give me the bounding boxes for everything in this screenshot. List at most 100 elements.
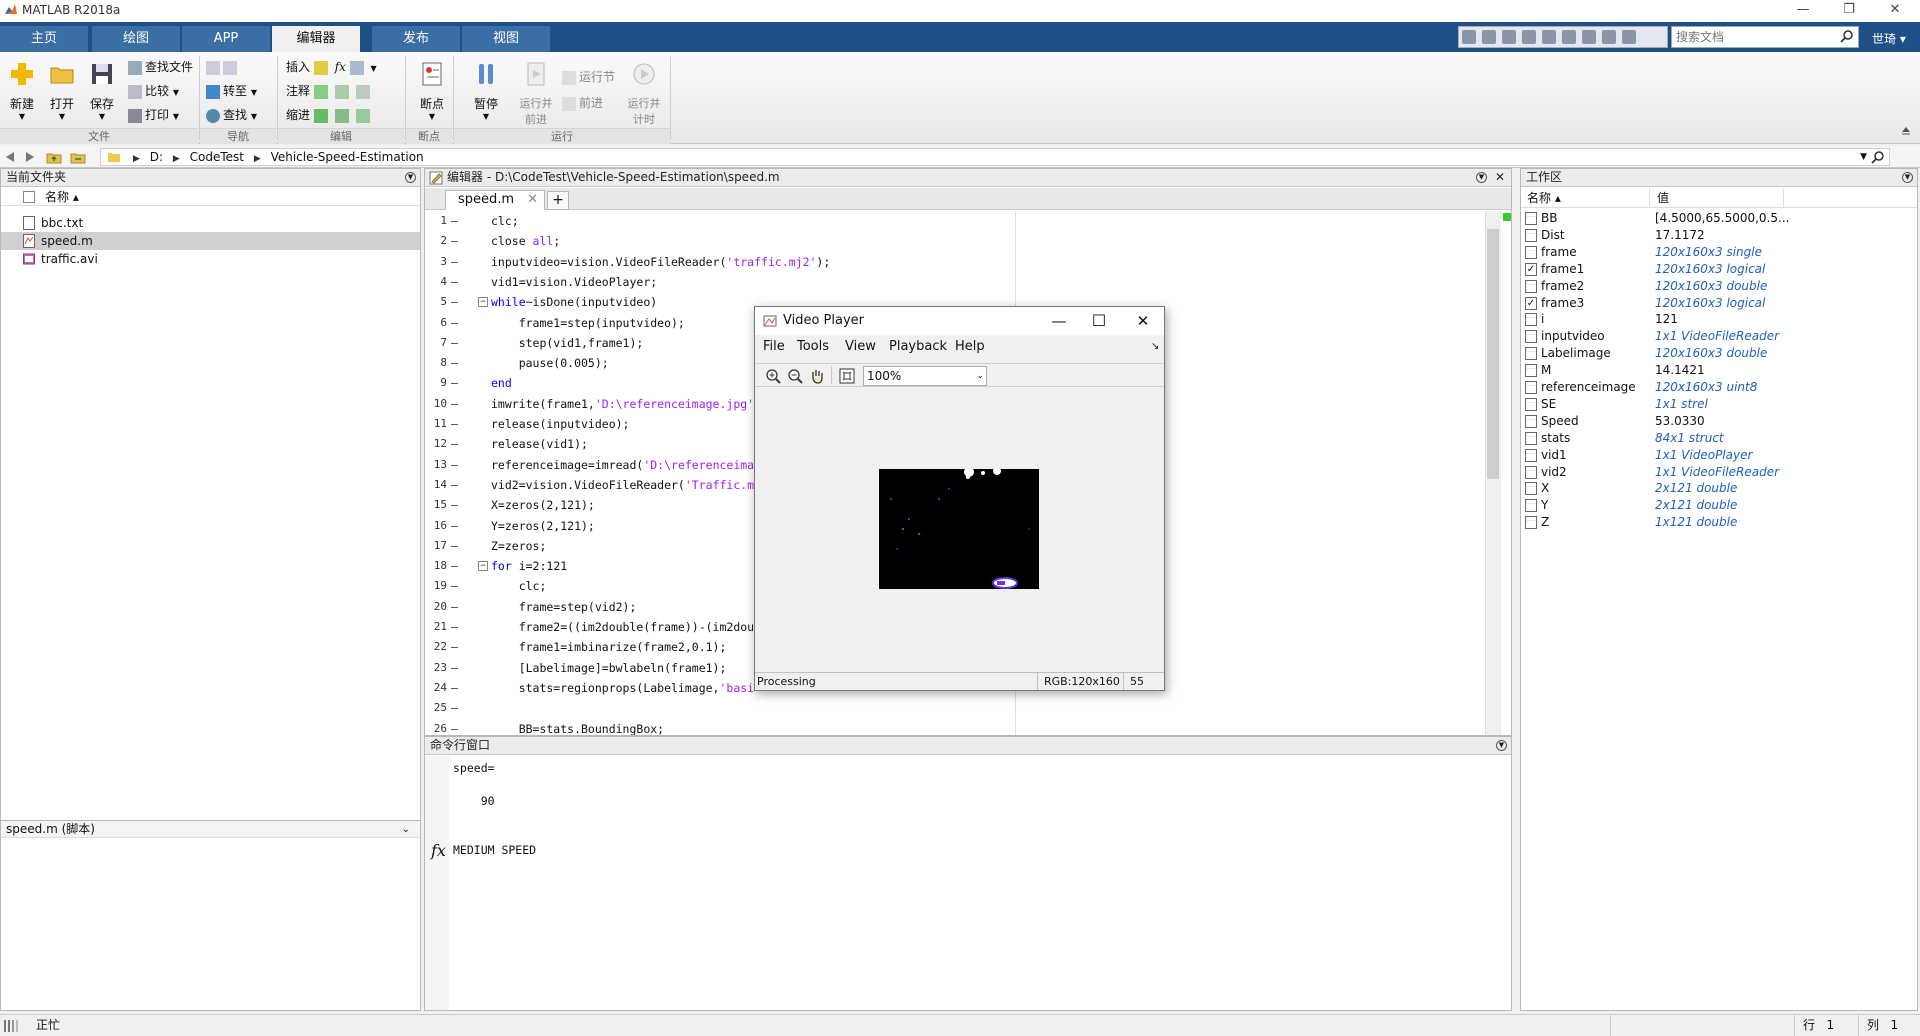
line-number[interactable]: 10 xyxy=(427,394,447,414)
cut-icon[interactable] xyxy=(1482,30,1496,44)
editor-scroll-thumb[interactable] xyxy=(1487,229,1499,479)
fold-toggle-icon[interactable]: − xyxy=(478,297,488,308)
breakpoint-marker[interactable]: – xyxy=(451,556,458,576)
tab-plots[interactable]: 绘图 xyxy=(92,26,180,52)
line-number[interactable]: 14 xyxy=(427,475,447,495)
switch-windows-icon[interactable] xyxy=(1582,30,1596,44)
breakpoint-marker[interactable]: – xyxy=(451,719,458,736)
breakpoint-marker[interactable]: – xyxy=(451,231,458,251)
line-number[interactable]: 4 xyxy=(427,272,447,292)
line-number[interactable]: 3 xyxy=(427,252,447,272)
function-browser-icon[interactable]: fx xyxy=(431,841,446,860)
line-number[interactable]: 11 xyxy=(427,414,447,434)
code-line[interactable]: 2– close all; xyxy=(425,231,1485,251)
breakpoint-marker[interactable]: – xyxy=(451,394,458,414)
save-button[interactable]: 保存 ▼ xyxy=(82,60,122,121)
line-number[interactable]: 2 xyxy=(427,231,447,251)
breadcrumb-codetest[interactable]: CodeTest xyxy=(190,150,244,164)
value-column-header[interactable]: 值 xyxy=(1657,188,1669,208)
vp-maximize-button[interactable]: ☐ xyxy=(1079,307,1119,335)
tab-editor[interactable]: 编辑器 xyxy=(272,26,360,52)
breakpoint-marker[interactable]: – xyxy=(451,373,458,393)
find-files-button[interactable]: 查找文件 xyxy=(128,58,193,76)
breakpoint-marker[interactable]: – xyxy=(451,272,458,292)
line-number[interactable]: 23 xyxy=(427,658,447,678)
line-number[interactable]: 18 xyxy=(427,556,447,576)
compare-button[interactable]: 比较 ▼ xyxy=(128,82,179,100)
breakpoint-marker[interactable]: – xyxy=(451,516,458,536)
breakpoints-button[interactable]: 断点 ▼ xyxy=(412,60,452,121)
breakpoint-marker[interactable]: – xyxy=(451,414,458,434)
breadcrumb-project[interactable]: Vehicle-Speed-Estimation xyxy=(271,150,424,164)
line-number[interactable]: 24 xyxy=(427,678,447,698)
vp-close-button[interactable]: ✕ xyxy=(1123,307,1163,335)
print-button[interactable]: 打印 ▼ xyxy=(128,106,179,124)
breakpoint-marker[interactable]: – xyxy=(451,313,458,333)
close-editor-icon[interactable]: ✕ xyxy=(1495,169,1505,186)
line-number[interactable]: 8 xyxy=(427,353,447,373)
breakpoint-marker[interactable]: – xyxy=(451,678,458,698)
tab-speed-m[interactable]: speed.m ✕ xyxy=(445,190,545,210)
name-column-header[interactable]: 名称 ▴ xyxy=(1,188,420,206)
zoom-in-icon[interactable] xyxy=(765,368,781,384)
undo-icon[interactable] xyxy=(1542,30,1556,44)
copy-icon[interactable] xyxy=(1502,30,1516,44)
workspace-variable-row[interactable]: Y 2x121 double xyxy=(1521,497,1917,514)
restore-button[interactable]: ❐ xyxy=(1826,2,1872,20)
workspace-variable-row[interactable]: Z 1x121 double xyxy=(1521,514,1917,531)
breakpoint-marker[interactable]: – xyxy=(451,252,458,272)
find-button[interactable]: 查找 ▼ xyxy=(206,106,257,124)
breakpoint-marker[interactable]: – xyxy=(451,576,458,596)
goto-button[interactable]: 转至 ▼ xyxy=(206,82,257,100)
workspace-variable-row[interactable]: Speed 53.0330 xyxy=(1521,413,1917,430)
workspace-variable-row[interactable]: vid1 1x1 VideoPlayer xyxy=(1521,447,1917,464)
workspace-variable-row[interactable]: i 121 xyxy=(1521,311,1917,328)
workspace-variable-row[interactable]: frame 120x160x3 single xyxy=(1521,244,1917,261)
line-number[interactable]: 6 xyxy=(427,313,447,333)
redo-icon[interactable] xyxy=(1562,30,1576,44)
line-number[interactable]: 13 xyxy=(427,455,447,475)
line-number[interactable]: 22 xyxy=(427,637,447,657)
line-number[interactable]: 5 xyxy=(427,292,447,312)
collapse-toolstrip-icon[interactable] xyxy=(1900,124,1912,136)
fold-toggle-icon[interactable]: − xyxy=(478,561,488,572)
breakpoint-marker[interactable]: – xyxy=(451,475,458,495)
code-line[interactable]: 25– xyxy=(425,698,1485,718)
file-item[interactable]: speed.m xyxy=(1,232,420,250)
line-number[interactable]: 19 xyxy=(427,576,447,596)
line-number[interactable]: 20 xyxy=(427,597,447,617)
workspace-variable-row[interactable]: BB [4.5000,65.5000,0.5... xyxy=(1521,210,1917,227)
breakpoint-marker[interactable]: – xyxy=(451,333,458,353)
breakpoint-marker[interactable]: – xyxy=(451,698,458,718)
tab-publish[interactable]: 发布 xyxy=(372,26,460,52)
close-tab-icon[interactable]: ✕ xyxy=(527,191,538,209)
workspace-variable-row[interactable]: ✓ frame1 120x160x3 logical xyxy=(1521,261,1917,278)
menu-tools[interactable]: Tools xyxy=(797,335,829,359)
search-icon[interactable] xyxy=(1840,29,1854,43)
breakpoint-marker[interactable]: – xyxy=(451,536,458,556)
zoom-out-icon[interactable] xyxy=(787,368,803,384)
up-folder-icon[interactable] xyxy=(46,149,62,165)
panel-menu-icon[interactable]: ▼ xyxy=(405,172,416,183)
comment-button[interactable]: 注释 xyxy=(286,82,373,100)
breakpoint-marker[interactable]: – xyxy=(451,495,458,515)
path-breadcrumb[interactable]: ▶ D: ▶ CodeTest ▶ Vehicle-Speed-Estimati… xyxy=(100,148,1890,166)
breakpoint-marker[interactable]: – xyxy=(451,597,458,617)
column-divider[interactable] xyxy=(1783,188,1784,208)
workspace-variable-row[interactable]: frame2 120x160x3 double xyxy=(1521,278,1917,295)
run-section-button[interactable]: 运行节 xyxy=(562,68,615,86)
breakpoint-marker[interactable]: – xyxy=(451,434,458,454)
workspace-variable-row[interactable]: referenceimage 120x160x3 uint8 xyxy=(1521,379,1917,396)
menu-playback[interactable]: Playback xyxy=(889,335,947,359)
breadcrumb-drive[interactable]: D: xyxy=(150,150,163,164)
panel-menu-icon[interactable]: ▼ xyxy=(1476,172,1487,183)
name-column-header[interactable]: 名称 ▴ xyxy=(1527,188,1561,208)
indent-button[interactable]: 缩进 xyxy=(286,106,373,124)
code-line[interactable]: 4– vid1=vision.VideoPlayer; xyxy=(425,272,1485,292)
forward-icon[interactable] xyxy=(22,149,38,165)
undock-icon[interactable]: ↘ xyxy=(1151,335,1159,359)
search-docs-input[interactable]: 搜索文档 xyxy=(1671,26,1859,48)
user-account-menu[interactable]: 世琦 ▾ xyxy=(1872,30,1906,47)
line-number[interactable]: 26 xyxy=(427,719,447,736)
video-display-area[interactable] xyxy=(755,389,1164,671)
